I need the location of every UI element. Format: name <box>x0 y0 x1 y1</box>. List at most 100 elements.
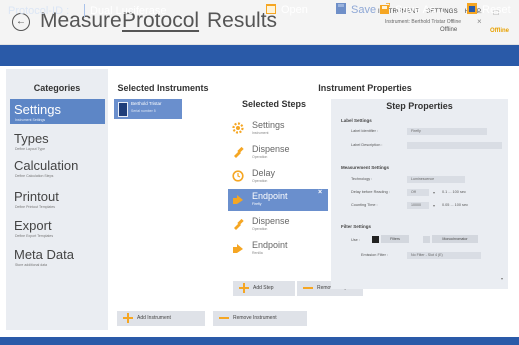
counting-stepper-icon[interactable]: ▾ <box>433 203 435 208</box>
scroll-down-icon[interactable]: ▾ <box>501 276 503 281</box>
category-calculation[interactable]: Calculation Define Calculation Steps <box>10 155 105 180</box>
step-label: Dispense <box>252 144 290 154</box>
open-label: Open <box>281 4 308 16</box>
open-button[interactable]: Open <box>266 3 308 18</box>
category-label: Meta Data <box>14 247 74 262</box>
protocol-id-label: Protocol-ID : <box>8 5 70 17</box>
label-identifier-label: Label Identifier : <box>351 129 379 133</box>
step-label: Settings <box>252 120 285 130</box>
step-sublabel: Instrument <box>252 131 269 135</box>
counting-time-input[interactable]: 10000 <box>407 202 429 209</box>
instrument-properties-title: Instrument Properties <box>318 83 412 93</box>
measurement-settings-heading: Measurement Settings <box>341 165 390 170</box>
category-types[interactable]: Types Define Layout Type <box>10 128 105 153</box>
monochromator-radio[interactable] <box>423 236 430 243</box>
step-sublabel: Firefly <box>252 202 262 206</box>
label-description-label: Label Description : <box>351 143 383 147</box>
delay-before-reading-select[interactable]: Off <box>407 189 429 196</box>
category-sublabel: Store additional data <box>15 263 48 267</box>
label-settings-heading: Label Settings <box>341 118 372 123</box>
folder-icon <box>266 4 276 14</box>
instrument-icon <box>118 102 128 117</box>
category-label: Export <box>14 218 52 233</box>
category-label: Calculation <box>14 158 79 173</box>
monochromator-option[interactable]: Monochromator <box>432 235 478 243</box>
step-label: Dispense <box>252 216 290 226</box>
selected-steps-title: Selected Steps <box>241 99 307 109</box>
category-sublabel: Define Calculation Steps <box>15 174 54 178</box>
minus-icon <box>219 316 229 319</box>
reset-button[interactable]: Reset <box>467 3 511 18</box>
save-label: Save <box>351 4 377 16</box>
category-export[interactable]: Export Define Export Templates <box>10 215 105 240</box>
reset-icon <box>467 3 477 14</box>
save-icon <box>336 3 346 14</box>
plus-icon <box>239 282 249 293</box>
step-sublabel: Operation <box>252 155 268 159</box>
category-settings[interactable]: Settings Instrument Settings <box>10 99 105 124</box>
remove-step-close-icon[interactable]: × <box>318 189 322 196</box>
label-identifier-input[interactable]: Firefly <box>407 128 487 135</box>
step-item-settings[interactable]: Settings Instrument <box>228 118 328 140</box>
protocol-id-separator <box>84 4 85 17</box>
categories-title: Categories <box>33 83 81 93</box>
category-label: Printout <box>14 189 59 204</box>
label-description-input[interactable] <box>407 142 502 149</box>
dispense-icon <box>234 146 244 158</box>
step-item-dispense-2[interactable]: Dispense Operation <box>228 214 328 236</box>
counting-range-text: 0.05 ... 100 sec <box>442 203 468 207</box>
step-sublabel: Operation <box>252 179 268 183</box>
step-item-dispense[interactable]: Dispense Operation <box>228 142 328 164</box>
endpoint-icon <box>233 244 243 253</box>
clock-icon <box>232 170 244 182</box>
emission-filter-select[interactable]: No Filter - Slot 4 (E) <box>407 252 481 259</box>
use-label: Use : <box>351 238 360 242</box>
instrument-status-line: Instrument: Berthold Tristar Offline <box>385 19 462 25</box>
remove-instrument-label: Remove Instrument <box>233 315 277 321</box>
step-item-endpoint-firefly[interactable]: Endpoint Firefly <box>228 189 328 211</box>
save-as-button[interactable]: Save As... <box>380 3 445 18</box>
filter-settings-heading: Filter Settings <box>341 224 372 229</box>
add-instrument-button[interactable]: Add Instrument <box>117 311 205 326</box>
category-meta-data[interactable]: Meta Data Store additional data <box>10 244 105 269</box>
step-label: Delay <box>252 168 276 178</box>
save-as-icon <box>380 3 390 14</box>
step-label: Endpoint <box>252 191 288 201</box>
step-properties-title: Step Properties <box>386 101 453 111</box>
add-step-button[interactable]: Add Step <box>233 281 295 296</box>
instrument-serial: Serial number 5 <box>131 109 156 113</box>
category-sublabel: Define Layout Type <box>15 147 46 151</box>
instrument-name: Berthold Tristar <box>131 101 162 106</box>
step-label: Endpoint <box>252 240 288 250</box>
selected-instruments-title: Selected Instruments <box>117 83 209 93</box>
remove-instrument-button[interactable]: Remove Instrument <box>213 311 307 326</box>
filters-radio[interactable] <box>372 236 379 243</box>
offline-status-text: Offline <box>440 27 458 33</box>
protocol-name[interactable]: Dual Luciferase <box>90 5 166 17</box>
step-item-delay[interactable]: Delay Operation <box>228 166 328 188</box>
technology-label: Technology : <box>351 177 373 181</box>
step-item-endpoint-renilla[interactable]: Endpoint Renilla <box>228 238 328 260</box>
save-as-label: Save As... <box>395 4 445 16</box>
step-sublabel: Renilla <box>252 251 263 255</box>
save-button[interactable]: Save <box>336 3 376 18</box>
filters-option[interactable]: Filters <box>381 235 409 243</box>
delay-before-reading-label: Delay before Reading : <box>351 190 390 194</box>
delay-stepper-icon[interactable]: ▾ <box>433 190 435 195</box>
dispense-icon <box>234 218 244 230</box>
minus-icon <box>303 286 313 289</box>
step-sublabel: Operation <box>252 227 268 231</box>
category-label: Types <box>14 131 49 146</box>
category-sublabel: Instrument Settings <box>15 118 46 122</box>
add-instrument-label: Add Instrument <box>137 315 171 321</box>
category-label: Settings <box>14 102 61 117</box>
delay-range-text: 0.1 ... 100 sec <box>442 190 466 194</box>
plus-icon <box>123 312 133 323</box>
add-step-label: Add Step <box>253 285 274 291</box>
category-printout[interactable]: Printout Define Printout Templates <box>10 186 105 211</box>
counting-time-label: Counting Time : <box>351 203 378 207</box>
gear-icon <box>232 122 244 134</box>
category-sublabel: Define Printout Templates <box>15 205 56 209</box>
toolbar <box>0 45 519 66</box>
footer-bar <box>0 337 519 345</box>
